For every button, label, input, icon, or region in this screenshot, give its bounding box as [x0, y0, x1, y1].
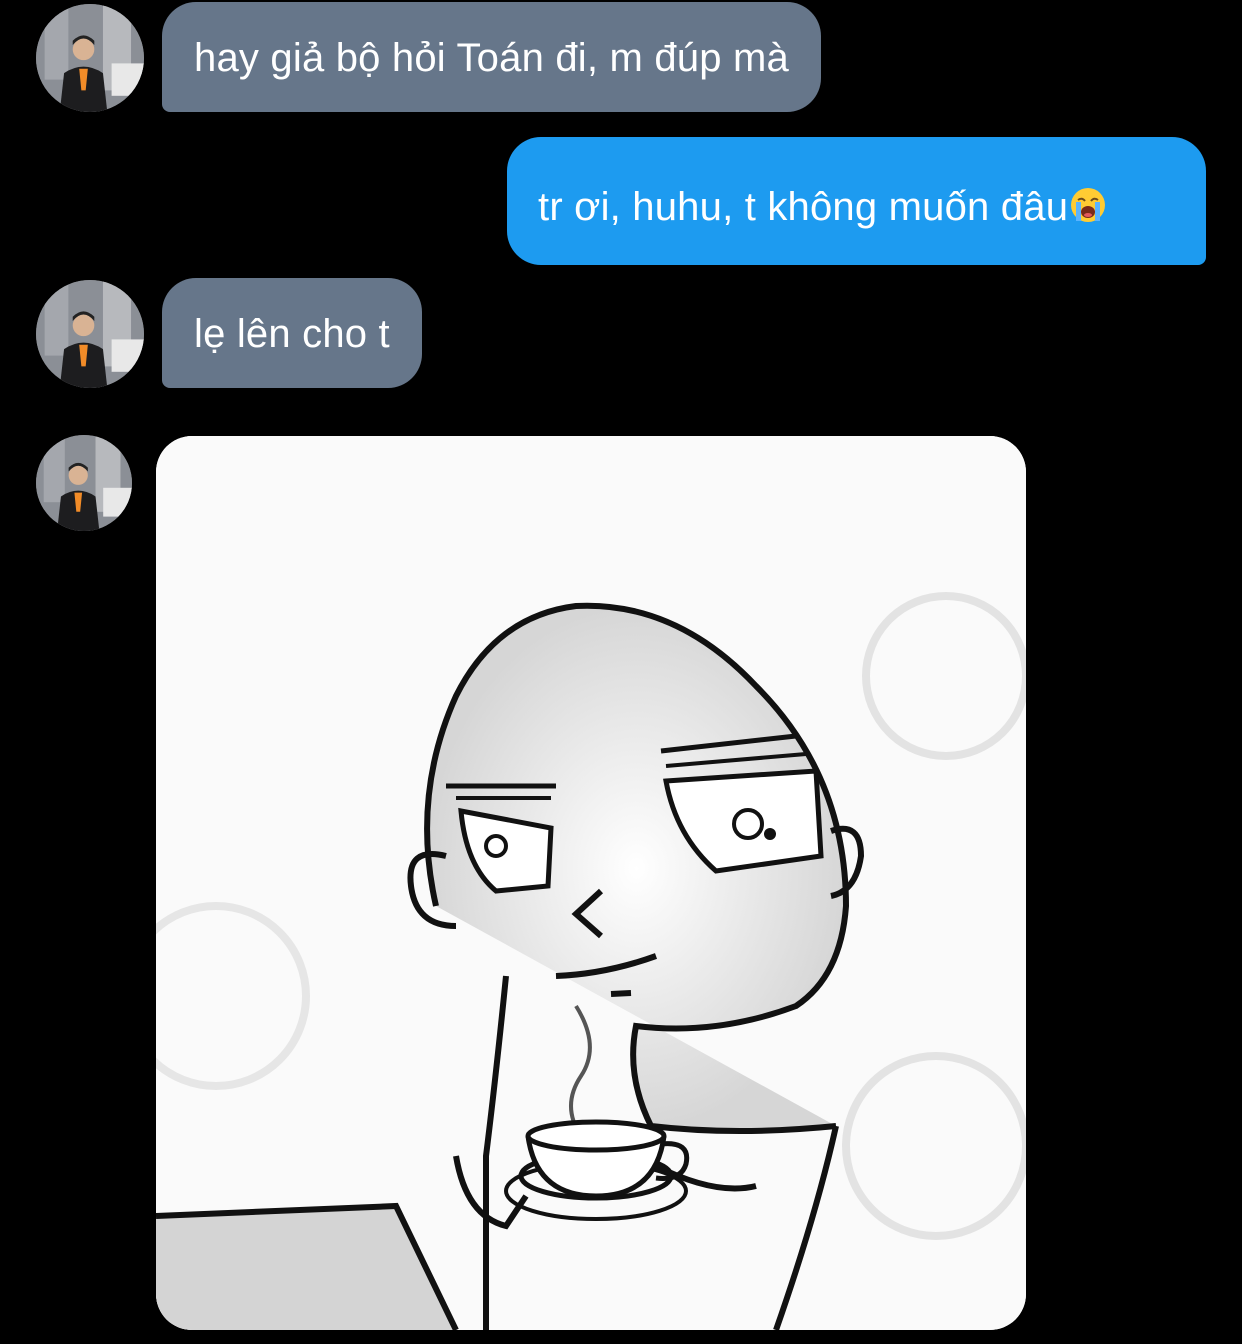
user-avatar-photo-icon: [36, 4, 144, 112]
message-bubble-outgoing[interactable]: tr ơi, huhu, t không muốn đâu: [507, 137, 1206, 265]
message-text: tr ơi, huhu, t không muốn đâu: [538, 185, 1069, 229]
sketch-man-sipping-tea-icon: [156, 436, 1026, 1330]
sender-avatar[interactable]: [36, 4, 144, 112]
sender-avatar[interactable]: [36, 435, 132, 531]
user-avatar-photo-icon: [36, 435, 132, 531]
loudly-crying-face-icon: [1070, 187, 1106, 223]
sender-avatar[interactable]: [36, 280, 144, 388]
message-bubble-incoming[interactable]: lẹ lên cho t: [162, 278, 422, 388]
message-bubble-incoming[interactable]: hay giả bộ hỏi Toán đi, m đúp mà: [162, 2, 821, 112]
user-avatar-photo-icon: [36, 280, 144, 388]
shared-image-message[interactable]: [156, 436, 1026, 1330]
